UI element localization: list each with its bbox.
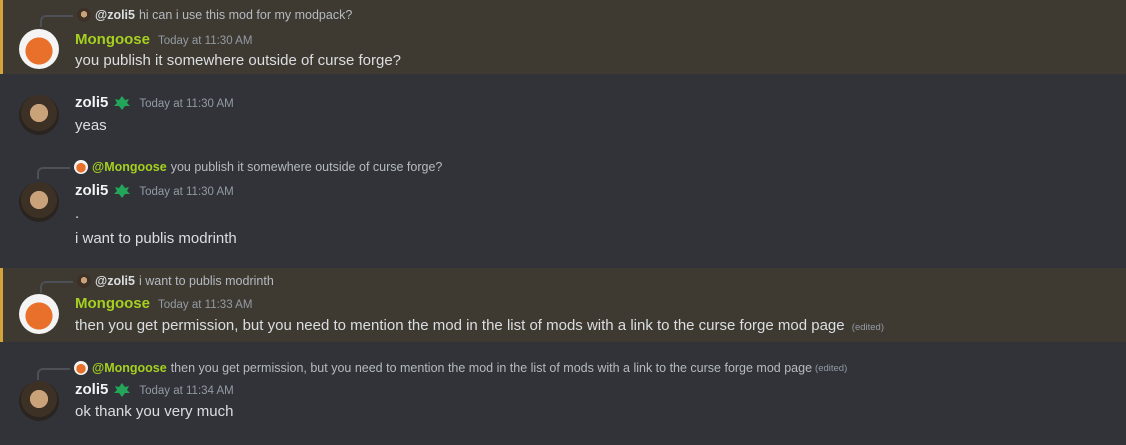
message-header: zoli5 Today at 11:34 AM	[75, 381, 234, 398]
message-text: ok thank you very much	[75, 403, 234, 420]
timestamp: Today at 11:30 AM	[139, 186, 234, 198]
author-name[interactable]: zoli5	[75, 182, 108, 199]
reply-spine	[37, 167, 70, 179]
message-text: i want to publis modrinth	[75, 230, 237, 247]
message-header: zoli5 Today at 11:30 AM	[75, 182, 234, 199]
message-1[interactable]: @zoli5 hi can i use this mod for my modp…	[0, 0, 1126, 74]
avatar[interactable]	[19, 29, 59, 69]
reply-avatar	[77, 274, 91, 288]
message-text: you publish it somewhere outside of curs…	[75, 52, 402, 69]
message-text-content: then you get permission, but you need to…	[75, 317, 845, 334]
leaf-badge-icon[interactable]	[113, 95, 131, 111]
leaf-badge-icon[interactable]	[113, 183, 131, 199]
edited-label: (edited)	[851, 322, 884, 333]
reply-avatar	[74, 361, 88, 375]
author-name[interactable]: Mongoose	[75, 31, 150, 48]
reply-author[interactable]: @zoli5	[95, 274, 135, 288]
author-name[interactable]: zoli5	[75, 94, 108, 111]
reply-author[interactable]: @zoli5	[95, 8, 135, 22]
reply-spine	[40, 281, 73, 293]
reply-author[interactable]: @Mongoose	[92, 361, 167, 375]
message-header: zoli5 Today at 11:30 AM	[75, 94, 234, 111]
message-text: then you get permission, but you need to…	[75, 317, 884, 334]
reply-text[interactable]: then you get permission, but you need to…	[171, 361, 812, 375]
reply-reference[interactable]: @zoli5 i want to publis modrinth	[40, 272, 274, 293]
timestamp: Today at 11:34 AM	[139, 385, 234, 397]
timestamp: Today at 11:33 AM	[158, 299, 253, 311]
reply-reference[interactable]: @Mongoose you publish it somewhere outsi…	[37, 158, 443, 179]
avatar[interactable]	[19, 95, 59, 135]
message-text: .	[75, 205, 80, 222]
reply-avatar	[74, 160, 88, 174]
reply-text[interactable]: you publish it somewhere outside of curs…	[171, 160, 443, 174]
timestamp: Today at 11:30 AM	[139, 98, 234, 110]
message-text: yeas	[75, 117, 107, 134]
author-name[interactable]: zoli5	[75, 381, 108, 398]
author-name[interactable]: Mongoose	[75, 295, 150, 312]
reply-spine	[40, 15, 73, 27]
message-header: Mongoose Today at 11:33 AM	[75, 295, 252, 312]
avatar[interactable]	[19, 381, 59, 421]
reply-text[interactable]: hi can i use this mod for my modpack?	[139, 8, 352, 22]
message-header: Mongoose Today at 11:30 AM	[75, 31, 252, 48]
reply-spine	[37, 368, 70, 380]
message-3[interactable]: @Mongoose you publish it somewhere outsi…	[0, 152, 1126, 252]
reply-reference[interactable]: @Mongoose then you get permission, but y…	[37, 359, 848, 380]
reply-reference[interactable]: @zoli5 hi can i use this mod for my modp…	[40, 6, 352, 27]
avatar[interactable]	[19, 182, 59, 222]
message-5[interactable]: @Mongoose then you get permission, but y…	[0, 350, 1126, 445]
message-4[interactable]: @zoli5 i want to publis modrinth Mongoos…	[0, 268, 1126, 342]
reply-text[interactable]: i want to publis modrinth	[139, 274, 274, 288]
edited-label: (edited)	[815, 362, 848, 374]
avatar[interactable]	[19, 294, 59, 334]
reply-avatar	[77, 8, 91, 22]
leaf-badge-icon[interactable]	[113, 382, 131, 398]
reply-author[interactable]: @Mongoose	[92, 160, 167, 174]
timestamp: Today at 11:30 AM	[158, 35, 253, 47]
message-2[interactable]: zoli5 Today at 11:30 AM yeas	[0, 82, 1126, 142]
